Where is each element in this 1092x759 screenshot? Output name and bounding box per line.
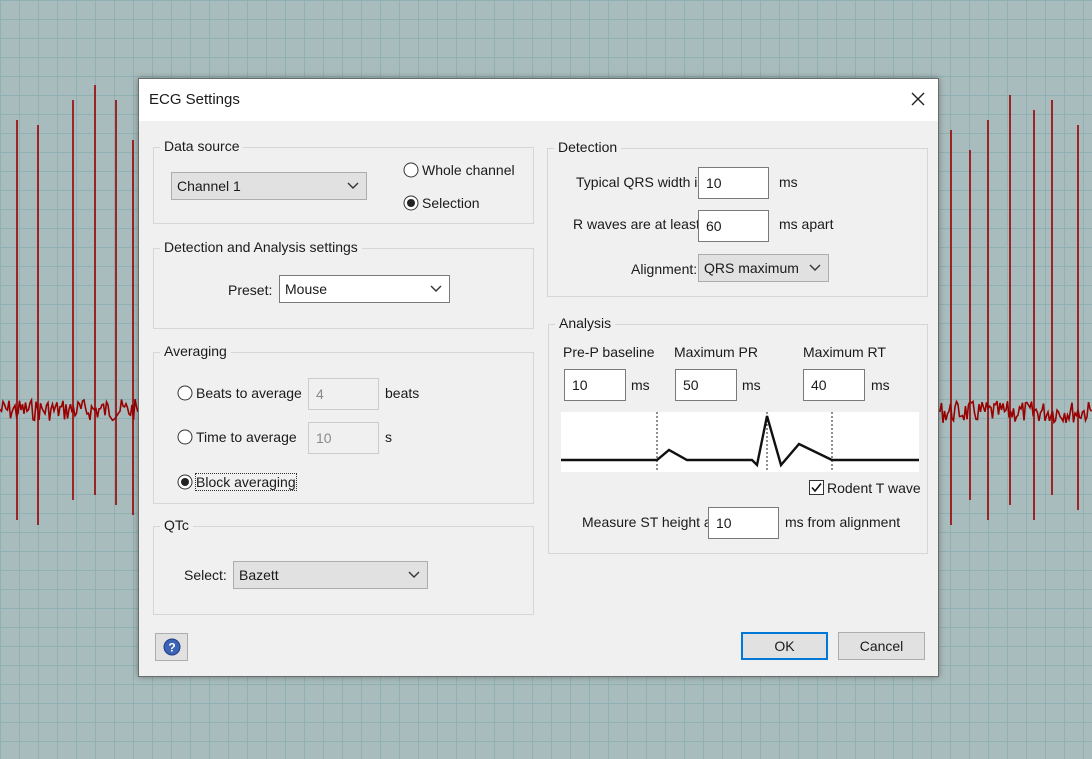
time-to-average-label[interactable]: Time to average — [196, 429, 297, 445]
qtc-legend: QTc — [160, 517, 193, 533]
r-waves-label: R waves are at least — [573, 216, 700, 232]
alignment-select[interactable]: QRS maximum — [698, 254, 829, 282]
analysis-legend: Analysis — [555, 315, 616, 331]
maximum-rt-value: 40 — [811, 377, 827, 393]
maximum-pr-input[interactable]: 50 — [675, 369, 737, 401]
preset-select-value: Mouse — [285, 281, 328, 297]
detection-analysis-settings-group: Detection and Analysis settings Preset: … — [153, 239, 534, 329]
ecg-trace-left — [0, 85, 139, 525]
maximum-pr-unit: ms — [742, 377, 761, 393]
alignment-label: Alignment: — [631, 261, 698, 277]
whole-channel-radio[interactable] — [403, 162, 419, 178]
detection-group: Detection Typical QRS width is 10 ms R w… — [547, 139, 928, 297]
time-to-average-value: 10 — [316, 430, 332, 446]
chevron-down-icon — [347, 182, 359, 189]
svg-text:?: ? — [168, 641, 175, 655]
ecg-settings-dialog: ECG Settings Data source Channel 1 Whole… — [138, 78, 939, 677]
whole-channel-label[interactable]: Whole channel — [422, 162, 515, 178]
beats-to-average-label[interactable]: Beats to average — [196, 385, 302, 401]
dialog-title: ECG Settings — [149, 91, 240, 108]
beats-to-average-value: 4 — [316, 386, 324, 402]
block-averaging-label[interactable]: Block averaging — [195, 473, 297, 491]
st-height-value: 10 — [716, 515, 732, 531]
r-waves-unit: ms apart — [779, 216, 834, 232]
selection-radio[interactable] — [403, 195, 419, 211]
pre-p-baseline-input[interactable]: 10 — [564, 369, 626, 401]
preset-select[interactable]: Mouse — [279, 275, 450, 303]
pre-p-unit: ms — [631, 377, 650, 393]
close-icon — [911, 92, 925, 106]
st-height-input[interactable]: 10 — [708, 507, 779, 539]
channel-select[interactable]: Channel 1 — [171, 172, 367, 200]
qrs-width-label: Typical QRS width is — [576, 174, 705, 190]
qrs-width-value: 10 — [706, 175, 722, 191]
channel-select-value: Channel 1 — [177, 178, 241, 194]
ecg-trace-right — [939, 95, 1092, 525]
r-waves-input[interactable]: 60 — [698, 210, 769, 242]
time-to-average-radio[interactable] — [177, 429, 193, 445]
maximum-rt-unit: ms — [871, 377, 890, 393]
help-button[interactable]: ? — [155, 633, 188, 661]
block-averaging-radio[interactable] — [177, 474, 193, 490]
data-source-legend: Data source — [160, 138, 244, 154]
title-bar: ECG Settings — [139, 79, 938, 121]
ecg-waveform-diagram — [561, 412, 919, 472]
averaging-legend: Averaging — [160, 343, 231, 359]
ok-button[interactable]: OK — [741, 632, 828, 660]
preset-label: Preset: — [228, 282, 273, 298]
close-button[interactable] — [898, 79, 938, 119]
r-waves-value: 60 — [706, 218, 722, 234]
help-icon: ? — [163, 638, 180, 656]
chevron-down-icon — [430, 285, 442, 292]
data-source-group: Data source Channel 1 Whole channel Sele… — [153, 138, 534, 224]
qtc-select-label: Select: — [184, 567, 227, 583]
chevron-down-icon — [809, 264, 821, 271]
maximum-pr-label: Maximum PR — [674, 344, 759, 360]
averaging-group: Averaging Beats to average 4 beats Time … — [153, 343, 534, 504]
beats-to-average-input[interactable]: 4 — [308, 378, 379, 410]
maximum-rt-label: Maximum RT — [803, 344, 886, 360]
selection-label[interactable]: Selection — [422, 195, 480, 211]
rodent-t-wave-checkbox[interactable] — [809, 480, 824, 495]
qrs-width-unit: ms — [779, 174, 798, 190]
beats-unit-label: beats — [385, 385, 420, 401]
qtc-select-value: Bazett — [239, 567, 279, 583]
st-height-unit: ms from alignment — [785, 514, 901, 530]
qrs-width-input[interactable]: 10 — [698, 167, 769, 199]
maximum-pr-value: 50 — [683, 377, 699, 393]
qtc-select[interactable]: Bazett — [233, 561, 428, 589]
qtc-group: QTc Select: Bazett — [153, 517, 534, 615]
maximum-rt-input[interactable]: 40 — [803, 369, 865, 401]
beats-to-average-radio[interactable] — [177, 385, 193, 401]
analysis-group: Analysis Pre-P baseline 10 ms Maximum PR… — [548, 315, 928, 554]
time-unit-label: s — [385, 429, 392, 445]
alignment-select-value: QRS maximum — [704, 260, 799, 276]
rodent-t-wave-label[interactable]: Rodent T wave — [827, 480, 921, 496]
chevron-down-icon — [408, 571, 420, 578]
st-height-label: Measure ST height at — [582, 514, 716, 530]
pre-p-baseline-value: 10 — [572, 377, 588, 393]
detection-legend: Detection — [554, 139, 622, 155]
detection-analysis-settings-legend: Detection and Analysis settings — [160, 239, 362, 255]
pre-p-baseline-label: Pre-P baseline — [563, 344, 655, 360]
time-to-average-input[interactable]: 10 — [308, 422, 379, 454]
cancel-button[interactable]: Cancel — [838, 632, 925, 660]
